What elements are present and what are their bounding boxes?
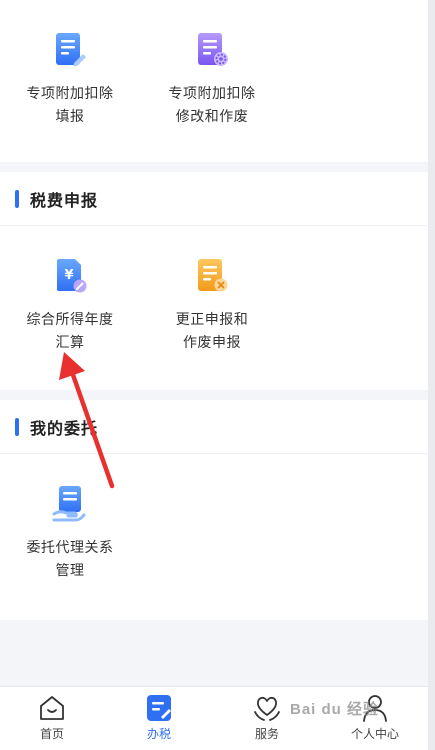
tax-filing-card: 税费申报 ¥ 综合所得年度 汇算 更正申报和 作废申报 — [0, 172, 428, 390]
section-title: 税费申报 — [30, 193, 99, 210]
heart-hands-icon — [252, 693, 282, 723]
tile-label: 更正申报和 作废申报 — [175, 311, 249, 350]
tab-label: 办税 — [146, 727, 171, 741]
yuan-document-icon: ¥ — [50, 256, 90, 296]
tab-tax[interactable]: 办税 — [119, 693, 199, 742]
tile-label: 专项附加扣除 填报 — [26, 85, 114, 124]
tile-correction-filing[interactable]: 更正申报和 作废申报 — [152, 256, 272, 354]
tile-deduction-fill[interactable]: 专项附加扣除 填报 — [10, 30, 130, 128]
tab-label: 个人中心 — [350, 727, 399, 741]
tile-annual-settlement[interactable]: ¥ 综合所得年度 汇算 — [10, 256, 130, 354]
tab-home[interactable]: 首页 — [12, 693, 92, 742]
tile-label: 综合所得年度 汇算 — [26, 311, 114, 350]
svg-text:¥: ¥ — [64, 268, 73, 283]
delegation-card: 我的委托 委托代理关系 管理 — [0, 400, 428, 620]
delegation-hand-icon — [50, 484, 90, 524]
section-accent-bar — [15, 418, 19, 436]
tile-deduction-modify[interactable]: 专项附加扣除 修改和作废 — [152, 30, 272, 128]
tab-label: 服务 — [254, 727, 279, 741]
tile-label: 专项附加扣除 修改和作废 — [168, 85, 256, 124]
tile-label: 委托代理关系 管理 — [26, 539, 114, 578]
document-cancel-icon — [192, 256, 232, 296]
special-deduction-card: 专项附加扣除 填报 专项附加扣除 修改和作废 — [0, 0, 428, 162]
form-settings-icon — [192, 30, 232, 70]
tax-edit-icon — [144, 693, 174, 723]
section-accent-bar — [15, 190, 19, 208]
tax-service-page: 专项附加扣除 填报 专项附加扣除 修改和作废 税费申报 ¥ 综合所得年度 汇算 … — [0, 0, 428, 750]
section-header: 税费申报 — [0, 172, 428, 226]
home-icon — [37, 693, 67, 723]
tab-label: 首页 — [39, 727, 64, 741]
section-header: 我的委托 — [0, 400, 428, 454]
section-title: 我的委托 — [30, 421, 99, 438]
form-edit-icon — [50, 30, 90, 70]
scrollbar[interactable] — [428, 0, 435, 750]
baidu-watermark: Bai du 经验 — [290, 701, 380, 718]
tile-delegation-management[interactable]: 委托代理关系 管理 — [10, 484, 130, 582]
